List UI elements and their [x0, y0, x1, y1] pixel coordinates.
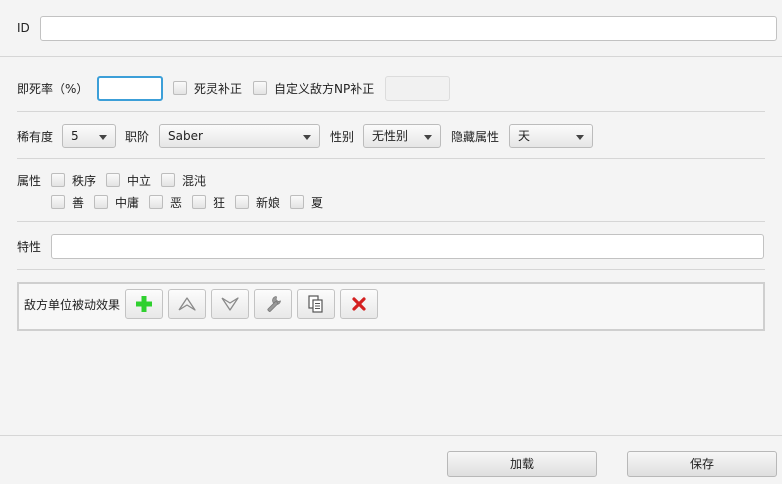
attr-checkbox-madness[interactable] — [192, 195, 206, 209]
hidden-attr-select[interactable]: 天 — [509, 124, 593, 148]
attr-label-evil: 恶 — [170, 196, 183, 210]
copy-icon — [308, 295, 323, 313]
attr-checkbox-bride[interactable] — [235, 195, 249, 209]
attr-label-summer: 夏 — [311, 196, 324, 210]
attr-checkbox-neutral[interactable] — [106, 173, 120, 187]
load-button[interactable]: 加载 — [447, 451, 597, 477]
attr-label-order: 秩序 — [72, 174, 97, 188]
divider — [17, 158, 765, 159]
rarity-label: 稀有度 — [17, 130, 54, 144]
custom-np-input[interactable] — [385, 76, 450, 101]
move-down-button[interactable] — [211, 289, 249, 319]
attr-checkbox-evil[interactable] — [149, 195, 163, 209]
id-label: ID — [17, 21, 30, 35]
attr-label-chaos: 混沌 — [182, 174, 207, 188]
rarity-value: 5 — [71, 129, 79, 143]
death-rate-label: 即死率（%） — [17, 82, 89, 96]
attr-label-balanced: 中庸 — [115, 196, 140, 210]
gender-value: 无性别 — [372, 129, 409, 143]
attr-label-good: 善 — [72, 196, 85, 210]
divider — [0, 56, 782, 57]
divider — [17, 111, 765, 112]
divider — [17, 269, 765, 270]
passive-effects-label: 敌方单位被动效果 — [24, 298, 121, 312]
delete-effect-button[interactable] — [340, 289, 378, 319]
edit-effect-button[interactable] — [254, 289, 292, 319]
class-value: Saber — [168, 129, 203, 143]
plus-icon — [136, 296, 152, 312]
attr-checkbox-order[interactable] — [51, 173, 65, 187]
add-effect-button[interactable] — [125, 289, 163, 319]
attr-checkbox-balanced[interactable] — [94, 195, 108, 209]
traits-label: 特性 — [17, 240, 42, 254]
chevron-down-icon — [99, 135, 107, 140]
wrench-icon — [267, 296, 281, 312]
death-rate-input[interactable] — [97, 76, 163, 101]
save-button[interactable]: 保存 — [627, 451, 777, 477]
id-input[interactable] — [40, 16, 777, 41]
rarity-select[interactable]: 5 — [62, 124, 116, 148]
traits-input[interactable] — [51, 234, 764, 259]
class-label: 职阶 — [125, 130, 150, 144]
attr-checkbox-summer[interactable] — [290, 195, 304, 209]
hidden-attr-label: 隐藏属性 — [451, 130, 500, 144]
custom-np-label: 自定义敌方NP补正 — [274, 82, 375, 96]
undead-checkbox[interactable] — [173, 81, 187, 95]
arrow-down-icon — [221, 297, 239, 311]
class-select[interactable]: Saber — [159, 124, 320, 148]
gender-label: 性别 — [330, 130, 355, 144]
custom-np-checkbox[interactable] — [253, 81, 267, 95]
attr-label-neutral: 中立 — [127, 174, 152, 188]
chevron-down-icon — [303, 135, 311, 140]
delete-icon — [352, 297, 366, 311]
arrow-up-icon — [178, 297, 196, 311]
move-up-button[interactable] — [168, 289, 206, 319]
attr-checkbox-chaos[interactable] — [161, 173, 175, 187]
attributes-label: 属性 — [17, 174, 42, 188]
footer-divider — [0, 435, 782, 436]
divider — [17, 221, 765, 222]
undead-label: 死灵补正 — [194, 82, 243, 96]
copy-effect-button[interactable] — [297, 289, 335, 319]
attr-checkbox-good[interactable] — [51, 195, 65, 209]
hidden-attr-value: 天 — [518, 129, 531, 143]
chevron-down-icon — [424, 135, 432, 140]
attr-label-bride: 新娘 — [256, 196, 281, 210]
gender-select[interactable]: 无性别 — [363, 124, 441, 148]
chevron-down-icon — [576, 135, 584, 140]
attr-label-madness: 狂 — [213, 196, 226, 210]
